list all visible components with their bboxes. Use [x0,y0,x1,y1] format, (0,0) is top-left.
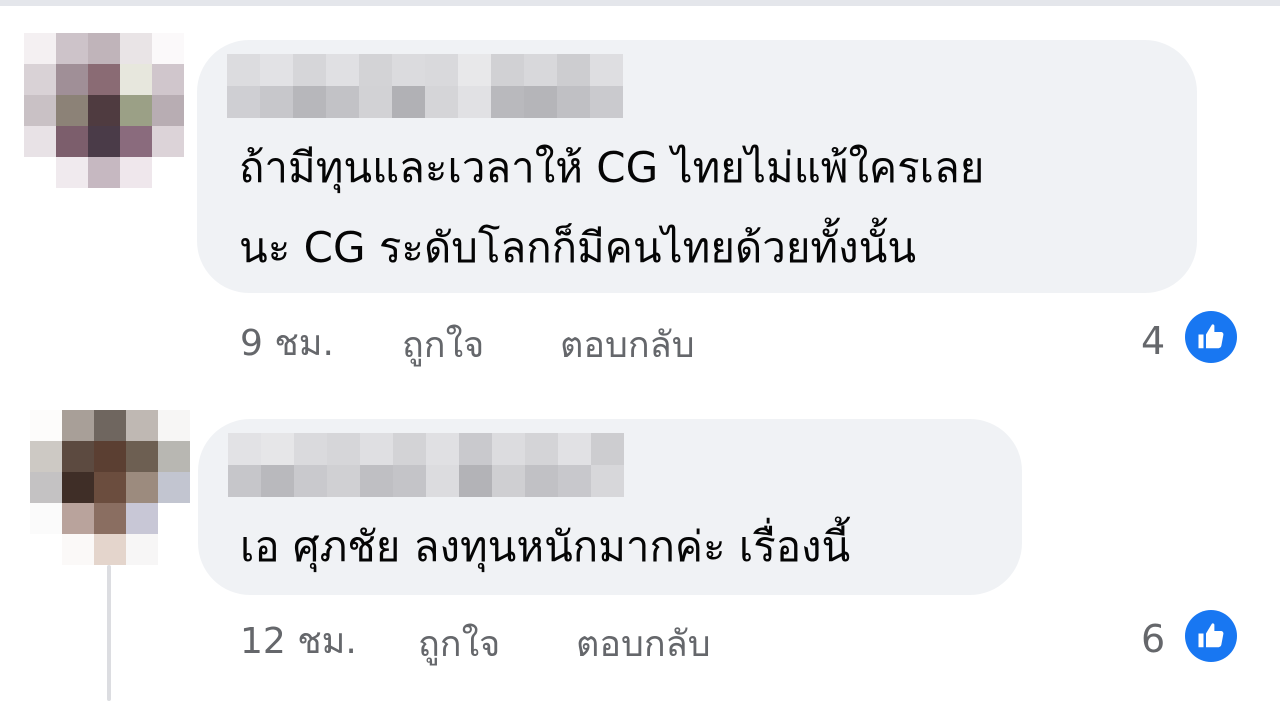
avatar[interactable] [30,410,190,565]
comment-timestamp[interactable]: 9 ชม. [240,322,334,366]
like-link[interactable]: ถูกใจ [418,623,500,667]
reply-thread-line [107,565,111,701]
thumbs-up-icon[interactable] [1185,311,1237,363]
avatar[interactable] [24,33,184,188]
comment-timestamp[interactable]: 12 ชม. [240,620,357,664]
reply-link[interactable]: ตอบกลับ [560,324,695,368]
comment-text-line: ถ้ามีทุนและเวลาให้ CG ไทยไม่แพ้ใครเลย [239,143,985,192]
commenter-name-redacted[interactable] [228,433,624,497]
comment-bubble: เอ ศุภชัย ลงทุนหนักมากค่ะ เรื่องนี้ [198,419,1022,595]
thumbs-up-icon[interactable] [1185,610,1237,662]
top-divider [0,0,1280,6]
comment-text-line: เอ ศุภชัย ลงทุนหนักมากค่ะ เรื่องนี้ [240,522,851,571]
reply-link[interactable]: ตอบกลับ [576,623,711,667]
comment-text-line: นะ CG ระดับโลกก็มีคนไทยด้วยทั้งนั้น [239,223,917,272]
reaction-count[interactable]: 6 [1141,617,1165,661]
commenter-name-redacted[interactable] [227,54,623,118]
comment-bubble: ถ้ามีทุนและเวลาให้ CG ไทยไม่แพ้ใครเลย นะ… [197,40,1197,293]
reaction-count[interactable]: 4 [1141,319,1165,363]
like-link[interactable]: ถูกใจ [402,324,484,368]
